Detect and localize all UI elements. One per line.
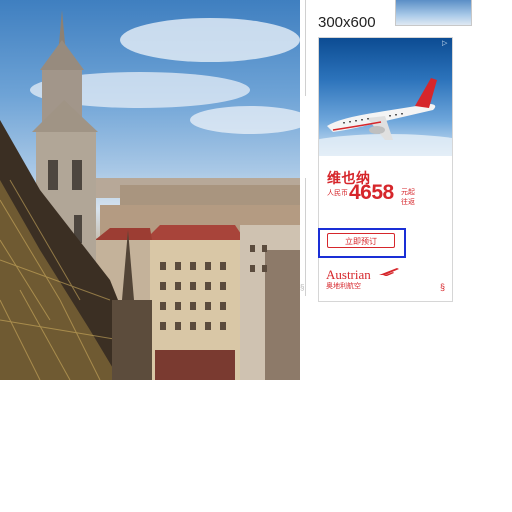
airplane-illustration [319,78,452,156]
austrian-arrow-logo-icon [379,268,399,276]
adjacent-ad-thumbnail[interactable] [395,0,472,26]
airplane-photo: ▷ [319,38,452,156]
currency-label: 人民币 [327,190,348,197]
book-now-button[interactable]: 立即预订 [327,233,395,248]
price-suffix: 元起 [401,189,415,196]
price-roundtrip-label: 往返 [401,199,415,206]
legal-mark: § [440,282,446,292]
vienna-cityscape-illustration [0,10,300,380]
adchoice-icon[interactable]: ▷ [442,40,449,47]
separator-line [305,178,306,296]
brand-subtitle: 奥地利航空 [326,283,361,290]
side-legal-mark: § [300,283,305,292]
separator-line [305,0,306,96]
hero-photo [0,0,300,380]
price-value: 4658 [349,181,394,204]
ad-size-label: 300x600 [318,14,376,31]
banner-ad[interactable]: ▷ 维也纳 人民币 4658 元起 往返 立即预订 Austrian 奥地利航空… [318,37,453,302]
